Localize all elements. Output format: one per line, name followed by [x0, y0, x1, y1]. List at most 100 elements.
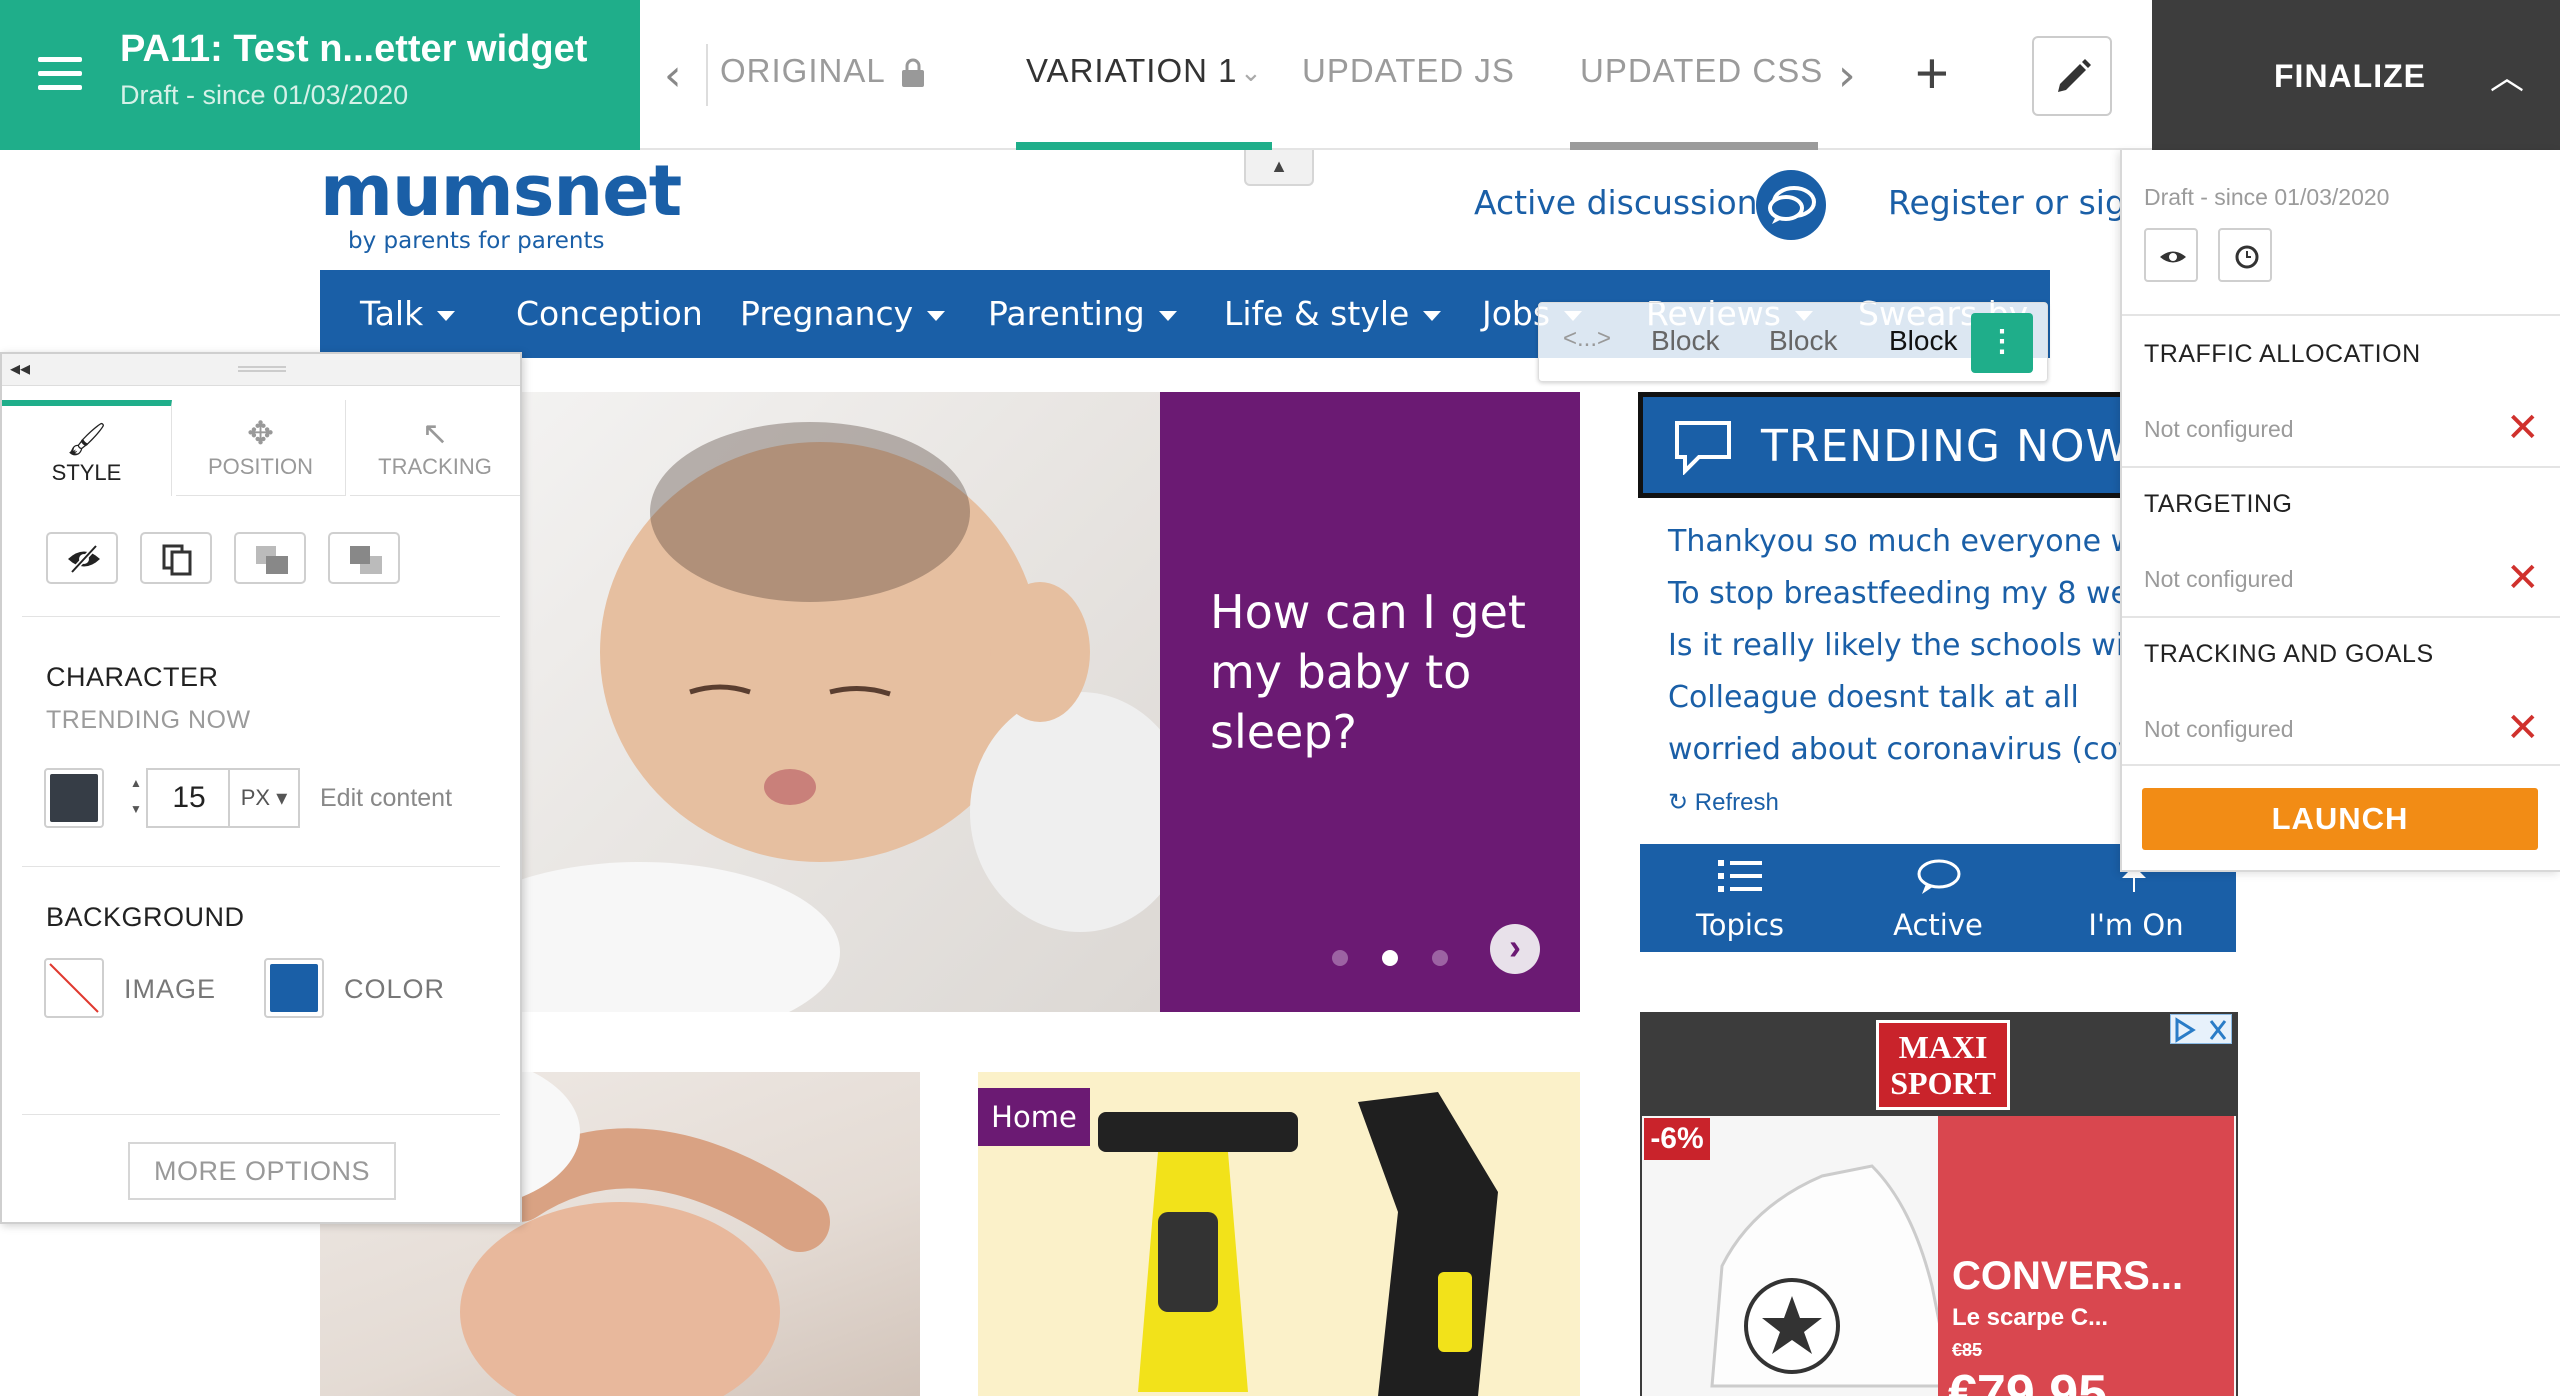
trending-link[interactable]: worried about coronavirus (covid [1668, 732, 2163, 767]
trending-link[interactable]: Colleague doesnt talk at all [1668, 680, 2079, 715]
carousel-dot-active[interactable] [1382, 950, 1398, 966]
drag-handle-icon[interactable] [238, 366, 286, 372]
refresh-link[interactable]: ↻ Refresh [1668, 788, 1779, 817]
background-image-swatch[interactable] [44, 958, 104, 1018]
send-backward-button[interactable] [328, 532, 400, 584]
chevron-down-icon[interactable]: ⌄ [1240, 58, 1262, 88]
hero-headline[interactable]: How can I get my baby to sleep? [1210, 582, 1550, 762]
close-icon[interactable]: ✕ [2506, 708, 2540, 748]
hero-panel[interactable]: How can I get my baby to sleep? › [1160, 392, 1580, 1012]
breadcrumb-item[interactable]: Block [1651, 325, 1719, 357]
preview-button[interactable] [2144, 228, 2198, 282]
active-discussions-link[interactable]: Active discussions [1474, 183, 1775, 222]
collapse-toolbar-button[interactable]: ▲ [1244, 150, 1314, 186]
caret-down-icon [1158, 310, 1177, 321]
breadcrumb-item[interactable]: Block [1769, 325, 1837, 357]
next-tab-arrow-icon[interactable]: › [1838, 50, 1856, 101]
tab-position[interactable]: ✥ POSITION [176, 400, 346, 496]
tab-updated-js[interactable]: UPDATED JS [1302, 52, 1515, 90]
nav-label: Pregnancy [740, 294, 914, 333]
no-image-icon [49, 963, 99, 1013]
more-options-icon[interactable]: ⋮ [1971, 313, 2033, 373]
color-label: COLOR [344, 974, 446, 1004]
nav-conception[interactable]: Conception [516, 294, 703, 333]
tab-style[interactable]: 🖌 STYLE [2, 400, 172, 496]
panel-header[interactable]: ◂◂ [2, 354, 520, 386]
cursor-icon: ↖ [421, 414, 449, 452]
schedule-button[interactable] [2218, 228, 2272, 282]
tab-label: TRACKING [378, 454, 492, 479]
close-icon[interactable]: ✕ [2506, 408, 2540, 448]
duplicate-button[interactable] [140, 532, 212, 584]
trending-link[interactable]: Thankyou so much everyone who [1668, 524, 2173, 559]
eye-slash-icon [68, 544, 100, 574]
hide-element-button[interactable] [46, 532, 118, 584]
nav-life-style[interactable]: Life & style [1224, 294, 1442, 333]
list-icon [1718, 860, 1762, 892]
ad-price: €79,95 [1948, 1365, 2108, 1396]
edit-button[interactable] [2032, 36, 2112, 116]
ad-brand-bottom: SPORT [1890, 1065, 1996, 1101]
advert[interactable]: MAXI SPORT -6% CONVERS... Le scarpe C... … [1640, 1012, 2238, 1396]
element-breadcrumb: <...> Block Block Block ⋮ [1538, 302, 2048, 382]
divider [22, 1114, 500, 1115]
layer-backward-icon [350, 546, 382, 574]
ad-choices-icon[interactable] [2170, 1014, 2232, 1044]
finalize-button[interactable]: FINALIZE ︿ [2152, 0, 2560, 150]
launch-button[interactable]: LAUNCH [2142, 788, 2538, 850]
category-tag[interactable]: Home [978, 1088, 1090, 1146]
nav-pregnancy[interactable]: Pregnancy [740, 294, 946, 333]
background-color-swatch[interactable] [264, 958, 324, 1018]
targeting-title[interactable]: TARGETING [2144, 490, 2292, 519]
nav-parenting[interactable]: Parenting [988, 294, 1177, 333]
carousel-dot[interactable] [1432, 950, 1448, 966]
text-color-swatch[interactable] [44, 768, 104, 828]
previous-tab-arrow-icon[interactable]: ‹ [664, 50, 682, 101]
bring-forward-button[interactable] [234, 532, 306, 584]
traffic-allocation-title[interactable]: TRAFFIC ALLOCATION [2144, 340, 2421, 369]
speech-bubble-icon [1675, 421, 1731, 475]
tab-variation-1[interactable]: VARIATION 1 [1026, 52, 1237, 90]
topics-link[interactable]: Topics [1640, 908, 1840, 942]
breadcrumb-item-current[interactable]: Block [1889, 325, 1957, 357]
ad-brand-top: MAXI [1898, 1029, 1988, 1065]
menu-icon[interactable] [38, 57, 82, 91]
tab-updated-css[interactable]: UPDATED CSS [1580, 52, 1823, 90]
font-size-input[interactable]: 15 [146, 768, 230, 828]
font-size-stepper[interactable]: ▲ ▼ [124, 770, 148, 828]
active-link[interactable]: Active [1838, 908, 2038, 942]
unit-select[interactable]: PX ▾ [228, 768, 300, 828]
register-link[interactable]: Register or sign [1888, 183, 2147, 222]
draft-status: Draft - since 01/03/2020 [2144, 184, 2390, 210]
close-icon[interactable]: ✕ [2506, 558, 2540, 598]
eye-icon [2160, 251, 2186, 263]
tab-original[interactable]: ORIGINAL [720, 52, 886, 90]
trending-link[interactable]: Is it really likely the schools will c [1668, 628, 2167, 663]
tab-label: POSITION [207, 454, 314, 479]
add-variation-button[interactable]: + [1915, 40, 1949, 107]
trending-link[interactable]: To stop breastfeeding my 8 week [1668, 576, 2165, 611]
caret-down-icon [437, 310, 456, 321]
site-logo[interactable]: mumsnet by parents for parents [320, 156, 682, 254]
tracking-goals-title[interactable]: TRACKING AND GOALS [2144, 640, 2434, 669]
im-on-link[interactable]: I'm On [2036, 908, 2236, 942]
article-card-image[interactable]: Home [978, 1072, 1580, 1396]
collapse-panel-icon[interactable]: ◂◂ [10, 356, 30, 381]
breadcrumb-code[interactable]: <...> [1563, 325, 1611, 353]
carousel-next-icon[interactable]: › [1490, 924, 1540, 974]
chat-bubbles-icon[interactable] [1756, 170, 1826, 240]
sneaker-image [1710, 1164, 1954, 1388]
carousel-dot[interactable] [1332, 950, 1348, 966]
nav-label: Life & style [1224, 294, 1410, 333]
background-label: BACKGROUND [46, 902, 245, 932]
chevron-up-icon[interactable]: ︿ [2490, 50, 2524, 99]
divider [2122, 466, 2560, 468]
divider [2122, 764, 2560, 766]
chat-icon [1917, 859, 1961, 894]
more-options-button[interactable]: MORE OPTIONS [128, 1142, 396, 1200]
tab-tracking[interactable]: ↖ TRACKING [350, 400, 520, 496]
divider [22, 616, 500, 617]
test-header: PA11: Test n...etter widget Draft - sinc… [0, 0, 640, 150]
edit-content-link[interactable]: Edit content [320, 784, 452, 813]
nav-talk[interactable]: Talk [360, 294, 456, 333]
